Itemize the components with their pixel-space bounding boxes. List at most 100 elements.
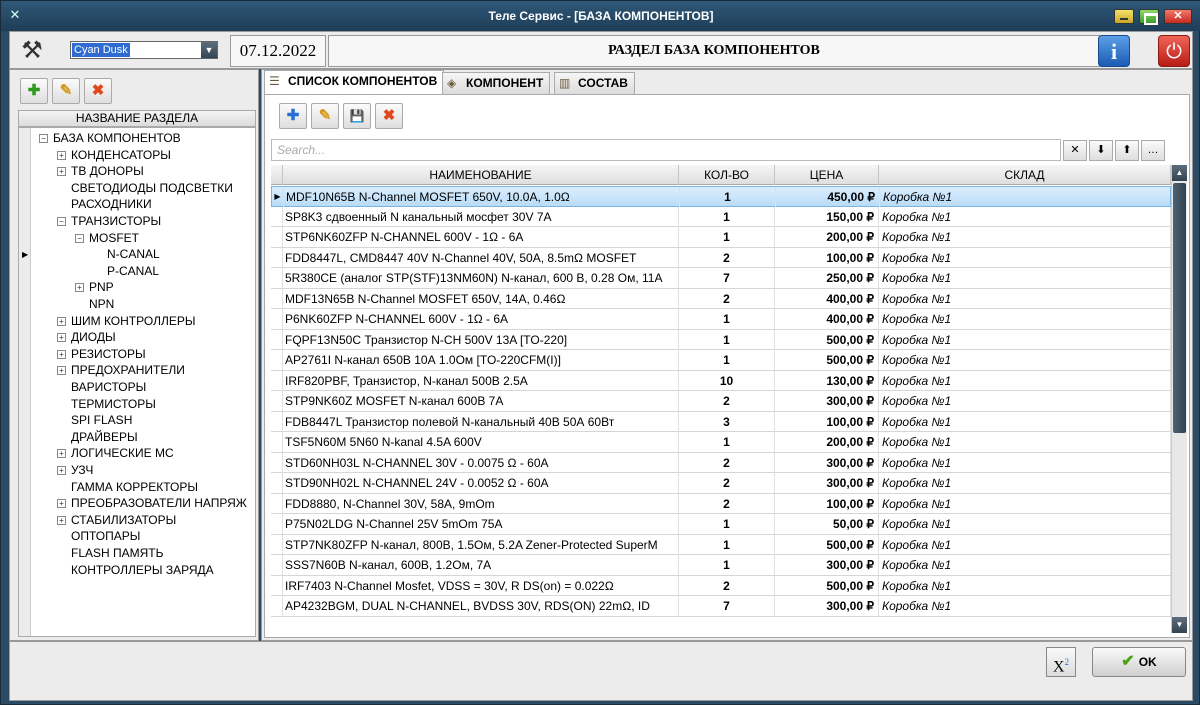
table-row[interactable]: SP8K3 сдвоенный N канальный мосфет 30V 7… — [271, 206, 1171, 227]
collapse-icon[interactable]: − — [57, 217, 66, 226]
tree-node[interactable]: + ДИОДЫ — [57, 329, 116, 345]
tree-node[interactable]: NPN — [75, 296, 114, 312]
chevron-down-icon[interactable]: ▼ — [201, 42, 217, 58]
tree-node[interactable]: КОНТРОЛЛЕРЫ ЗАРЯДА — [57, 562, 214, 578]
expand-icon[interactable]: + — [57, 499, 66, 509]
tree-node[interactable]: FLASH ПАМЯТЬ — [57, 545, 164, 561]
tree-node[interactable]: РАСХОДНИКИ — [57, 196, 152, 212]
ok-button[interactable]: ✔ OK — [1092, 647, 1186, 677]
tree-node[interactable]: + ШИМ КОНТРОЛЛЕРЫ — [57, 313, 195, 329]
tree-node[interactable]: + СТАБИЛИЗАТОРЫ — [57, 512, 176, 528]
tree-node[interactable]: СВЕТОДИОДЫ ПОДСВЕТКИ — [57, 180, 233, 196]
table-row[interactable]: FQPF13N50C Транзистор N-CH 500V 13A [TO-… — [271, 329, 1171, 350]
tree-node[interactable]: + ЛОГИЧЕСКИЕ МС — [57, 445, 174, 461]
tree-node[interactable]: + КОНДЕНСАТОРЫ — [57, 147, 171, 163]
maximize-button[interactable] — [1139, 9, 1159, 25]
expand-icon[interactable]: + — [57, 515, 66, 525]
table-row[interactable]: MDF13N65B N-Channel MOSFET 650V, 14A, 0.… — [271, 288, 1171, 309]
add-section-button[interactable]: ✚ — [20, 78, 48, 104]
scroll-up-icon[interactable]: ▲ — [1172, 165, 1187, 181]
tree-node[interactable]: SPI FLASH — [57, 412, 132, 428]
expand-icon[interactable]: + — [57, 466, 66, 475]
delete-component-button[interactable]: ✖ — [375, 103, 403, 129]
column-header-price[interactable]: ЦЕНА — [775, 165, 879, 185]
tree-node[interactable]: + ТВ ДОНОРЫ — [57, 163, 144, 179]
expand-icon[interactable]: + — [57, 167, 66, 177]
tree-node[interactable]: ГАММА КОРРЕКТОРЫ — [57, 479, 198, 495]
table-row[interactable]: FDD8880, N-Channel 30V, 58A, 9mOm 2 100,00… — [271, 493, 1171, 514]
add-component-button[interactable]: ✚ — [279, 103, 307, 129]
minimize-button[interactable] — [1114, 9, 1134, 24]
tree-node[interactable]: + PNP — [75, 279, 114, 295]
search-prev-button[interactable]: ⬆ — [1115, 140, 1139, 161]
tree-node[interactable]: + ПРЕДОХРАНИТЕЛИ — [57, 362, 185, 378]
table-row[interactable]: 5R380CE (аналог STP(STF)13NM60N) N-канал… — [271, 268, 1171, 289]
row-indicator — [271, 288, 283, 309]
search-options-button[interactable]: … — [1141, 140, 1165, 161]
collapse-icon[interactable]: − — [75, 233, 84, 243]
info-button[interactable]: i — [1098, 35, 1130, 67]
table-row[interactable]: AP4232BGM, DUAL N-CHANNEL, BVDSS 30V, RD… — [271, 596, 1171, 617]
search-input[interactable]: Search... — [271, 139, 1061, 161]
table-row[interactable]: IRF820PBF, Транзистор, N-канал 500В 2.5А… — [271, 370, 1171, 391]
tree-node[interactable]: ТЕРМИСТОРЫ — [57, 396, 156, 412]
search-next-button[interactable]: ⬇ — [1089, 140, 1113, 161]
scrollbar-thumb[interactable] — [1173, 183, 1186, 433]
save-icon[interactable]: 💾 — [343, 103, 371, 129]
clear-search-button[interactable]: ✕ — [1063, 140, 1087, 161]
table-row[interactable]: FDD8447L, CMD8447 40V N-Channel 40V, 50A… — [271, 247, 1171, 268]
table-row[interactable]: IRF7403 N-Channel Mosfet, VDSS = 30V, R … — [271, 575, 1171, 596]
tree-node[interactable]: ВАРИСТОРЫ — [57, 379, 146, 395]
table-row[interactable]: STD90NH02L N-CHANNEL 24V - 0.0052 Ω - 60… — [271, 473, 1171, 494]
table-row[interactable]: FDB8447L Транзистор полевой N-канальный … — [271, 411, 1171, 432]
tree-node[interactable]: ДРАЙВЕРЫ — [57, 429, 138, 445]
edit-section-button[interactable]: ✎ — [52, 78, 80, 104]
expand-icon[interactable]: + — [57, 449, 66, 459]
table-row[interactable]: SSS7N60B N-канал, 600В, 1.2Ом, 7А 1 300,00… — [271, 555, 1171, 576]
column-header-name[interactable]: НАИМЕНОВАНИЕ — [283, 165, 679, 185]
grid-scrollbar[interactable]: ▲ ▼ — [1171, 165, 1187, 633]
table-row[interactable]: TSF5N60M 5N60 N-kanal 4.5A 600V 1 200,00 ₽… — [271, 432, 1171, 453]
expand-icon[interactable]: + — [57, 333, 66, 343]
table-row[interactable]: STP6NK60ZFP N-CHANNEL 600V - 1Ω - 6A 1 200… — [271, 227, 1171, 248]
table-row[interactable]: STD60NH03L N-CHANNEL 30V - 0.0075 Ω - 60… — [271, 452, 1171, 473]
table-row[interactable]: ▶ MDF10N65B N-Channel MOSFET 650V, 10.0A,… — [271, 186, 1171, 207]
formula-button[interactable]: X2 — [1046, 647, 1076, 677]
tab-component[interactable]: ◈ КОМПОНЕНТ — [442, 72, 551, 94]
expand-icon[interactable]: + — [75, 283, 84, 293]
edit-component-button[interactable]: ✎ — [311, 103, 339, 129]
tree-node[interactable]: P-CANAL — [93, 263, 159, 279]
table-row[interactable]: STP9NK60Z MOSFET N-канал 600В 7А 2 300,00 … — [271, 391, 1171, 412]
tree-node[interactable]: N-CANAL — [93, 246, 160, 262]
delete-section-button[interactable]: ✖ — [84, 78, 112, 104]
tree-node[interactable]: − MOSFET — [75, 230, 139, 246]
tab-composition[interactable]: ▥ СОСТАВ — [554, 72, 635, 94]
components-grid[interactable]: НАИМЕНОВАНИЕ КОЛ-ВО ЦЕНА СКЛАД ▶ MDF10N65… — [271, 165, 1171, 633]
collapse-icon[interactable]: − — [39, 134, 48, 143]
tree-node[interactable]: − БАЗА КОМПОНЕНТОВ — [39, 130, 181, 146]
expand-icon[interactable]: + — [57, 366, 66, 376]
cell-name: P75N02LDG N-Channel 25V 5mOm 75A — [283, 514, 679, 534]
expand-icon[interactable]: + — [57, 150, 66, 160]
tab-components-list[interactable]: ☰ СПИСОК КОМПОНЕНТОВ — [264, 70, 445, 94]
column-header-qty[interactable]: КОЛ-ВО — [679, 165, 775, 185]
cell-qty: 2 — [679, 575, 775, 596]
theme-select[interactable]: Cyan Dusk ▼ — [70, 41, 218, 59]
power-button[interactable]: ⏻ — [1158, 35, 1190, 67]
table-row[interactable]: P6NK60ZFP N-CHANNEL 600V - 1Ω - 6A 1 400,0… — [271, 309, 1171, 330]
table-row[interactable]: STP7NK80ZFP N-канал, 800В, 1.5Ом, 5.2A Z… — [271, 534, 1171, 555]
tree-node[interactable]: + УЗЧ — [57, 462, 93, 478]
close-window-button[interactable]: ✕ — [1164, 9, 1192, 24]
tree-node[interactable]: + ПРЕОБРАЗОВАТЕЛИ НАПРЯЖ — [57, 495, 247, 511]
section-tree[interactable]: ▶ − БАЗА КОМПОНЕНТОВ + КОНДЕНСАТОРЫ + ТВ ДОНО… — [18, 127, 256, 637]
column-header-storage[interactable]: СКЛАД — [879, 165, 1171, 185]
expand-icon[interactable]: + — [57, 349, 66, 359]
tree-node[interactable]: ОПТОПАРЫ — [57, 528, 140, 544]
tree-node-label: ПРЕДОХРАНИТЕЛИ — [71, 363, 185, 378]
scroll-down-icon[interactable]: ▼ — [1172, 617, 1187, 633]
table-row[interactable]: AP2761I N-канал 650В 10А 1.0Ом [TO-220CF… — [271, 350, 1171, 371]
tree-node[interactable]: + РЕЗИСТОРЫ — [57, 346, 146, 362]
tree-node[interactable]: − ТРАНЗИСТОРЫ — [57, 213, 161, 229]
table-row[interactable]: P75N02LDG N-Channel 25V 5mOm 75A 1 50,00 ₽… — [271, 514, 1171, 535]
expand-icon[interactable]: + — [57, 316, 66, 326]
